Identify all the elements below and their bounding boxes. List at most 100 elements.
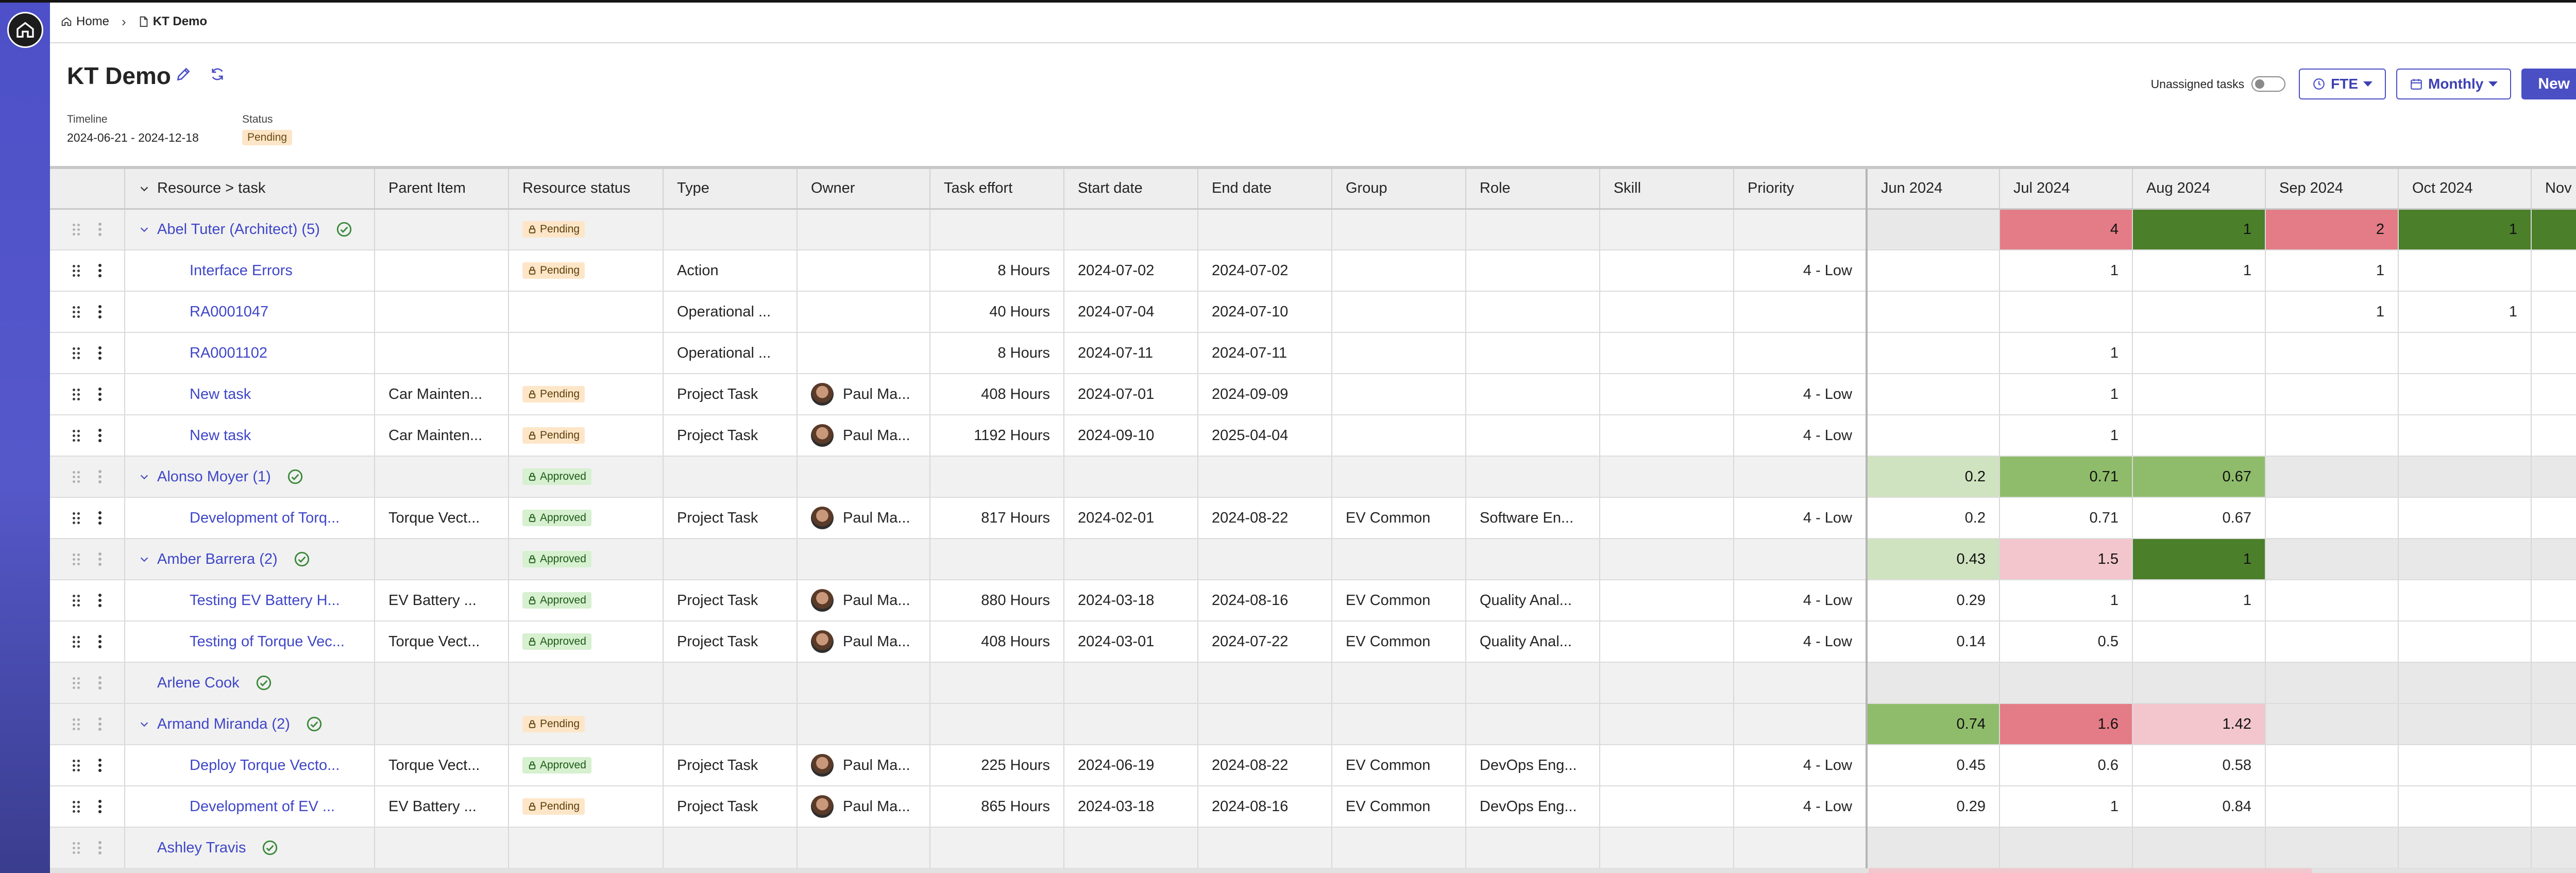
month-allocation-cell[interactable]: 1 [2531, 291, 2576, 333]
month-allocation-cell[interactable] [1866, 332, 2000, 374]
drag-handle-icon[interactable] [73, 718, 80, 730]
edit-pencil-icon[interactable] [175, 66, 192, 82]
month-allocation-cell[interactable] [2531, 539, 2576, 580]
task-link[interactable]: New task [190, 427, 251, 444]
task-row[interactable]: Development of Torq... Torque Vect... Appr… [50, 497, 2576, 539]
row-menu-icon[interactable] [98, 635, 101, 648]
task-link[interactable]: Testing of Torque Vec... [190, 633, 345, 650]
avatar[interactable] [811, 507, 834, 529]
month-allocation-cell[interactable]: 0.67 [2132, 497, 2266, 539]
task-link[interactable]: Testing EV Battery H... [190, 592, 340, 609]
month-allocation-cell[interactable] [1866, 662, 2000, 704]
month-allocation-cell[interactable]: 4 [1999, 209, 2133, 250]
month-allocation-cell[interactable]: 1 [1999, 786, 2133, 828]
task-link[interactable]: Development of Torq... [190, 510, 340, 526]
month-allocation-cell[interactable] [2531, 662, 2576, 704]
month-allocation-cell[interactable]: 0.71 [1999, 497, 2133, 539]
task-row[interactable]: RA0001047 Operational ... 40 Hours 2024-07-… [50, 291, 2576, 333]
month-allocation-cell[interactable] [2265, 703, 2399, 745]
month-allocation-cell[interactable] [2265, 332, 2399, 374]
month-allocation-cell[interactable] [2265, 827, 2399, 869]
resource-group-row[interactable]: Ashley Travis [50, 827, 2576, 869]
month-allocation-cell[interactable]: 1 [1999, 374, 2133, 415]
month-allocation-cell[interactable] [1999, 662, 2133, 704]
column-header-task-effort[interactable]: Task effort [930, 169, 1064, 210]
task-row[interactable]: Deploy Torque Vecto... Torque Vect... Appr… [50, 745, 2576, 786]
task-row[interactable]: Interface Errors Pending Action 8 Hours 2024… [50, 250, 2576, 292]
month-allocation-cell[interactable] [2531, 745, 2576, 786]
month-allocation-cell[interactable] [2265, 374, 2399, 415]
column-header-type[interactable]: Type [663, 169, 798, 210]
month-allocation-cell[interactable]: 0.74 [1866, 703, 2000, 745]
month-allocation-cell[interactable] [2265, 456, 2399, 498]
drag-handle-icon[interactable] [73, 594, 80, 607]
drag-handle-icon[interactable] [73, 223, 80, 236]
drag-handle-icon[interactable] [73, 553, 80, 565]
month-allocation-cell[interactable] [2132, 415, 2266, 457]
month-allocation-cell[interactable] [2265, 415, 2399, 457]
drag-handle-icon[interactable] [73, 677, 80, 689]
refresh-icon[interactable] [209, 66, 226, 82]
month-allocation-cell[interactable]: 0.2 [1866, 456, 2000, 498]
month-allocation-cell[interactable] [2265, 497, 2399, 539]
month-allocation-cell[interactable]: 0.43 [1866, 539, 2000, 580]
resource-link[interactable]: Ashley Travis [157, 840, 246, 857]
task-row[interactable]: Testing of Torque Vec... Torque Vect... Ap… [50, 621, 2576, 663]
month-allocation-cell[interactable]: 0.2 [1866, 497, 2000, 539]
month-allocation-cell[interactable] [2398, 827, 2532, 869]
month-allocation-cell[interactable] [1866, 291, 2000, 333]
task-row[interactable]: Development of EV ... EV Battery ... Pendi… [50, 786, 2576, 828]
month-allocation-cell[interactable] [2531, 332, 2576, 374]
column-header-month[interactable]: Jun 2024 [1866, 169, 2000, 210]
row-menu-icon[interactable] [98, 676, 101, 690]
month-allocation-cell[interactable] [2531, 621, 2576, 663]
month-allocation-cell[interactable] [1866, 827, 2000, 869]
row-menu-icon[interactable] [98, 388, 101, 401]
month-allocation-cell[interactable] [2132, 827, 2266, 869]
task-link[interactable]: Development of EV ... [190, 798, 335, 815]
month-allocation-cell[interactable] [2531, 786, 2576, 828]
task-link[interactable]: RA0001102 [190, 345, 267, 361]
month-allocation-cell[interactable] [2398, 250, 2532, 292]
column-header-month[interactable]: Sep 2024 [2265, 169, 2399, 210]
resource-group-row[interactable]: Abel Tuter (Architect) (5)Pending41211 [50, 209, 2576, 250]
row-menu-icon[interactable] [98, 841, 101, 854]
scrollbar-thumb[interactable] [1869, 868, 2312, 873]
month-allocation-cell[interactable] [2398, 539, 2532, 580]
month-allocation-cell[interactable] [2398, 662, 2532, 704]
row-menu-icon[interactable] [98, 800, 101, 813]
month-allocation-cell[interactable]: 1 [1999, 250, 2133, 292]
unit-dropdown-button[interactable]: FTE [2299, 69, 2386, 99]
month-allocation-cell[interactable]: 0.29 [1866, 786, 2000, 828]
month-allocation-cell[interactable]: 0.29 [1866, 580, 2000, 622]
month-allocation-cell[interactable]: 0.67 [2132, 456, 2266, 498]
avatar[interactable] [811, 754, 834, 777]
month-allocation-cell[interactable]: 0.14 [1866, 621, 2000, 663]
row-menu-icon[interactable] [98, 511, 101, 525]
chevron-down-icon[interactable] [139, 553, 150, 565]
unassigned-tasks-toggle[interactable] [2251, 76, 2286, 92]
chevron-down-icon[interactable] [139, 183, 150, 194]
chevron-down-icon[interactable] [139, 224, 150, 235]
resource-link[interactable]: Amber Barrera (2) [157, 551, 278, 568]
month-allocation-cell[interactable]: 1.42 [2132, 703, 2266, 745]
month-allocation-cell[interactable] [2132, 621, 2266, 663]
column-header-priority[interactable]: Priority [1734, 169, 1867, 210]
row-menu-icon[interactable] [98, 264, 101, 277]
chevron-down-icon[interactable] [139, 718, 150, 730]
drag-handle-icon[interactable] [73, 306, 80, 318]
month-allocation-cell[interactable]: 1 [2132, 539, 2266, 580]
row-menu-icon[interactable] [98, 594, 101, 607]
month-allocation-cell[interactable] [2398, 580, 2532, 622]
month-allocation-cell[interactable] [2531, 580, 2576, 622]
month-allocation-cell[interactable] [1866, 250, 2000, 292]
row-menu-icon[interactable] [98, 759, 101, 772]
column-header-role[interactable]: Role [1466, 169, 1600, 210]
month-allocation-cell[interactable]: 0.45 [1866, 745, 2000, 786]
month-allocation-cell[interactable] [2531, 497, 2576, 539]
month-allocation-cell[interactable] [2132, 291, 2266, 333]
month-allocation-cell[interactable] [2265, 539, 2399, 580]
month-allocation-cell[interactable] [2398, 621, 2532, 663]
month-allocation-cell[interactable]: 1 [1999, 415, 2133, 457]
month-allocation-cell[interactable]: 0.5 [1999, 621, 2133, 663]
